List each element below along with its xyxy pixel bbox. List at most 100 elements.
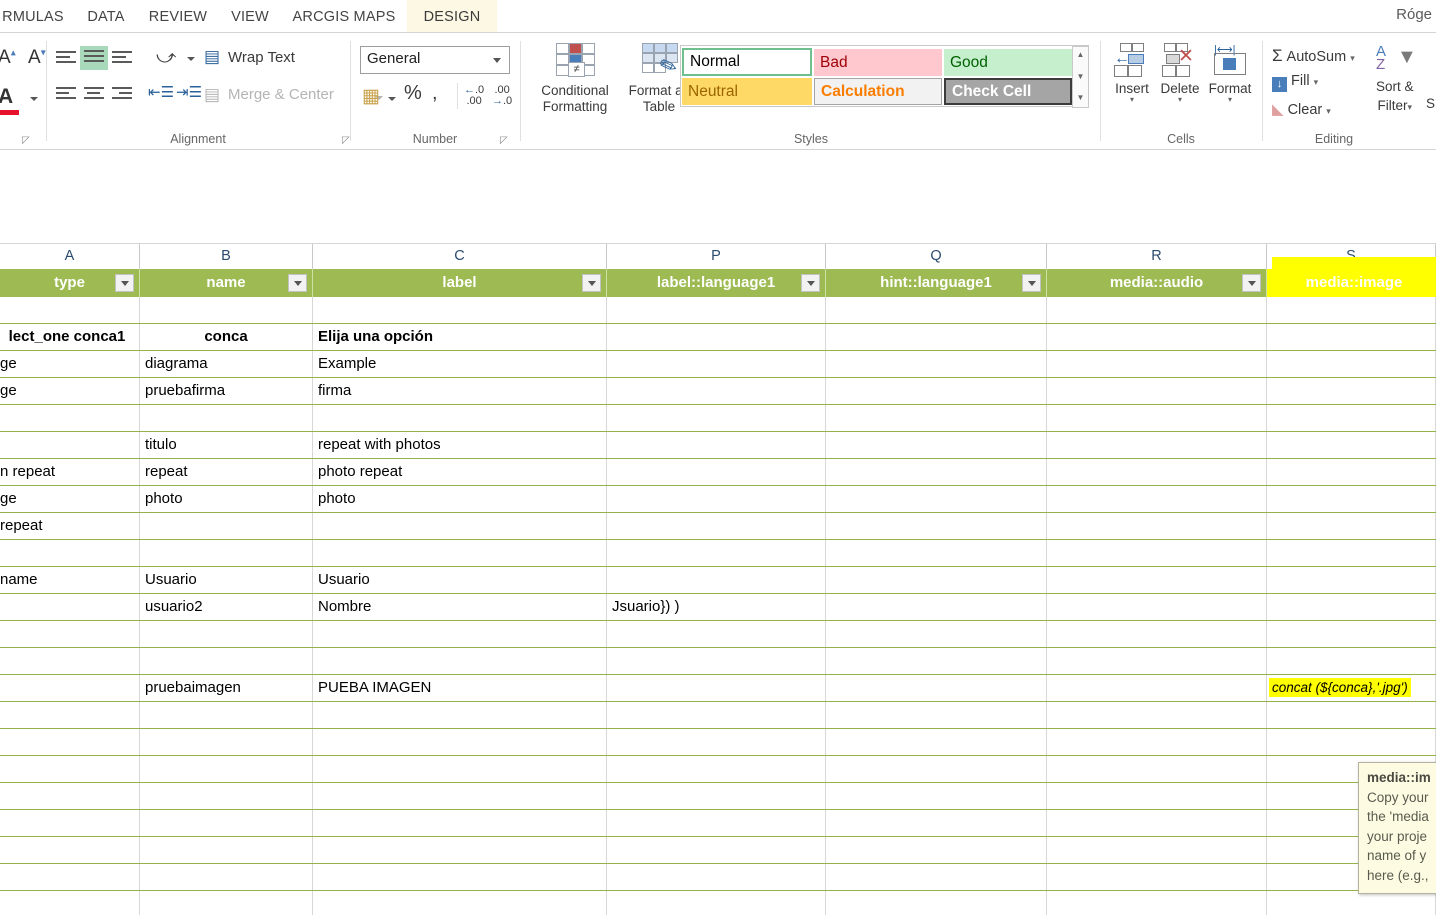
- style-normal[interactable]: Normal: [682, 48, 812, 76]
- cell-R5[interactable]: [1047, 405, 1267, 431]
- autosum-chevron-down-icon[interactable]: ▾: [1350, 53, 1355, 63]
- sort-filter-chevron-down-icon[interactable]: ▾: [1407, 102, 1412, 112]
- cell-R18[interactable]: [1047, 756, 1267, 782]
- cell-R19[interactable]: [1047, 783, 1267, 809]
- cell-S17[interactable]: [1267, 729, 1436, 755]
- cell-C17[interactable]: [313, 729, 607, 755]
- cell-P23[interactable]: [607, 891, 826, 915]
- cell-C1[interactable]: [313, 297, 607, 323]
- cell-P15[interactable]: [607, 675, 826, 701]
- cell-B4[interactable]: pruebafirma: [140, 378, 313, 404]
- align-left-icon[interactable]: [54, 85, 78, 103]
- align-right-icon[interactable]: [110, 85, 134, 103]
- increase-decimal-icon[interactable]: ←.0.00: [464, 85, 484, 107]
- cell-B2[interactable]: conca: [140, 324, 313, 350]
- cell-P12[interactable]: Jsuario}) ): [607, 594, 826, 620]
- cell-B14[interactable]: [140, 648, 313, 674]
- orientation-chevron-down-icon[interactable]: [187, 57, 195, 61]
- filter-dropdown-name[interactable]: [288, 274, 307, 292]
- cell-C18[interactable]: [313, 756, 607, 782]
- cell-S9[interactable]: [1267, 513, 1436, 539]
- cell-R20[interactable]: [1047, 810, 1267, 836]
- table-row[interactable]: titulo repeat with photos: [0, 432, 1436, 459]
- cell-A15[interactable]: [0, 675, 140, 701]
- cell-C22[interactable]: [313, 864, 607, 890]
- cell-C10[interactable]: [313, 540, 607, 566]
- clear-button[interactable]: ◣ Clear ▾: [1272, 100, 1331, 118]
- cell-R6[interactable]: [1047, 432, 1267, 458]
- cell-A8[interactable]: ge: [0, 486, 140, 512]
- style-bad[interactable]: Bad: [814, 49, 942, 76]
- cell-A5[interactable]: [0, 405, 140, 431]
- orientation-icon[interactable]: ⤻: [156, 47, 176, 69]
- sort-filter-button[interactable]: Sort & Filter▾: [1376, 77, 1414, 117]
- cell-P3[interactable]: [607, 351, 826, 377]
- sort-az-icon[interactable]: A Z: [1376, 44, 1386, 72]
- cell-B12[interactable]: usuario2: [140, 594, 313, 620]
- cell-S3[interactable]: [1267, 351, 1436, 377]
- cell-B23[interactable]: [140, 891, 313, 915]
- filter-dropdown-hint--language1[interactable]: [1022, 274, 1041, 292]
- styles-scroll-up-icon[interactable]: ▲: [1073, 50, 1088, 59]
- cell-A10[interactable]: [0, 540, 140, 566]
- accounting-format-icon[interactable]: ▦: [362, 85, 380, 108]
- cell-C11[interactable]: Usuario: [313, 567, 607, 593]
- cell-R14[interactable]: [1047, 648, 1267, 674]
- format-cells-button[interactable]: |⟷| Format ▾: [1204, 43, 1256, 104]
- cell-C23[interactable]: [313, 891, 607, 915]
- cell-P10[interactable]: [607, 540, 826, 566]
- cell-B15[interactable]: pruebaimagen: [140, 675, 313, 701]
- cell-R7[interactable]: [1047, 459, 1267, 485]
- cell-Q21[interactable]: [826, 837, 1047, 863]
- cell-P7[interactable]: [607, 459, 826, 485]
- table-row[interactable]: [0, 837, 1436, 864]
- tab-formulas[interactable]: RMULAS: [0, 0, 78, 33]
- cell-C21[interactable]: [313, 837, 607, 863]
- accounting-chevron-down-icon[interactable]: [388, 97, 396, 101]
- column-header-Q[interactable]: Q: [826, 244, 1047, 269]
- account-name[interactable]: Róge: [1396, 6, 1432, 23]
- cell-S8[interactable]: [1267, 486, 1436, 512]
- cell-Q10[interactable]: [826, 540, 1047, 566]
- table-row[interactable]: [0, 891, 1436, 915]
- increase-indent-icon[interactable]: ⇥☰: [176, 83, 202, 101]
- cell-P16[interactable]: [607, 702, 826, 728]
- cell-R10[interactable]: [1047, 540, 1267, 566]
- cell-P20[interactable]: [607, 810, 826, 836]
- cell-P8[interactable]: [607, 486, 826, 512]
- cell-S10[interactable]: [1267, 540, 1436, 566]
- filter-dropdown-media--audio[interactable]: [1242, 274, 1261, 292]
- cell-Q5[interactable]: [826, 405, 1047, 431]
- cell-R12[interactable]: [1047, 594, 1267, 620]
- cell-C5[interactable]: [313, 405, 607, 431]
- tab-design[interactable]: DESIGN: [407, 0, 497, 33]
- column-header-A[interactable]: A: [0, 244, 140, 269]
- cell-P11[interactable]: [607, 567, 826, 593]
- cell-C20[interactable]: [313, 810, 607, 836]
- cell-S23[interactable]: [1267, 891, 1436, 915]
- font-color-chevron-down-icon[interactable]: [30, 97, 38, 101]
- filter-dropdown-type[interactable]: [115, 274, 134, 292]
- cell-C9[interactable]: [313, 513, 607, 539]
- cell-Q15[interactable]: [826, 675, 1047, 701]
- cell-A9[interactable]: repeat: [0, 513, 140, 539]
- cell-Q4[interactable]: [826, 378, 1047, 404]
- style-good[interactable]: Good: [944, 49, 1072, 76]
- table-row[interactable]: [0, 540, 1436, 567]
- cell-C2[interactable]: Elija una opción: [313, 324, 607, 350]
- styles-scroll-down-icon[interactable]: ▼: [1073, 72, 1088, 81]
- cell-A16[interactable]: [0, 702, 140, 728]
- cell-A12[interactable]: [0, 594, 140, 620]
- filter-funnel-icon[interactable]: ▼: [1397, 46, 1417, 69]
- cell-S7[interactable]: [1267, 459, 1436, 485]
- autosum-button[interactable]: Σ AutoSum ▾: [1272, 46, 1355, 66]
- cell-A20[interactable]: [0, 810, 140, 836]
- tab-review[interactable]: REVIEW: [137, 0, 219, 33]
- percent-style-button[interactable]: %: [404, 82, 422, 105]
- cell-A17[interactable]: [0, 729, 140, 755]
- tab-arcgis-maps[interactable]: ARCGIS MAPS: [281, 0, 407, 33]
- cell-B7[interactable]: repeat: [140, 459, 313, 485]
- number-format-select[interactable]: General: [360, 46, 510, 74]
- number-dialog-launcher[interactable]: ◸: [500, 135, 511, 146]
- align-bottom-icon[interactable]: [110, 49, 134, 67]
